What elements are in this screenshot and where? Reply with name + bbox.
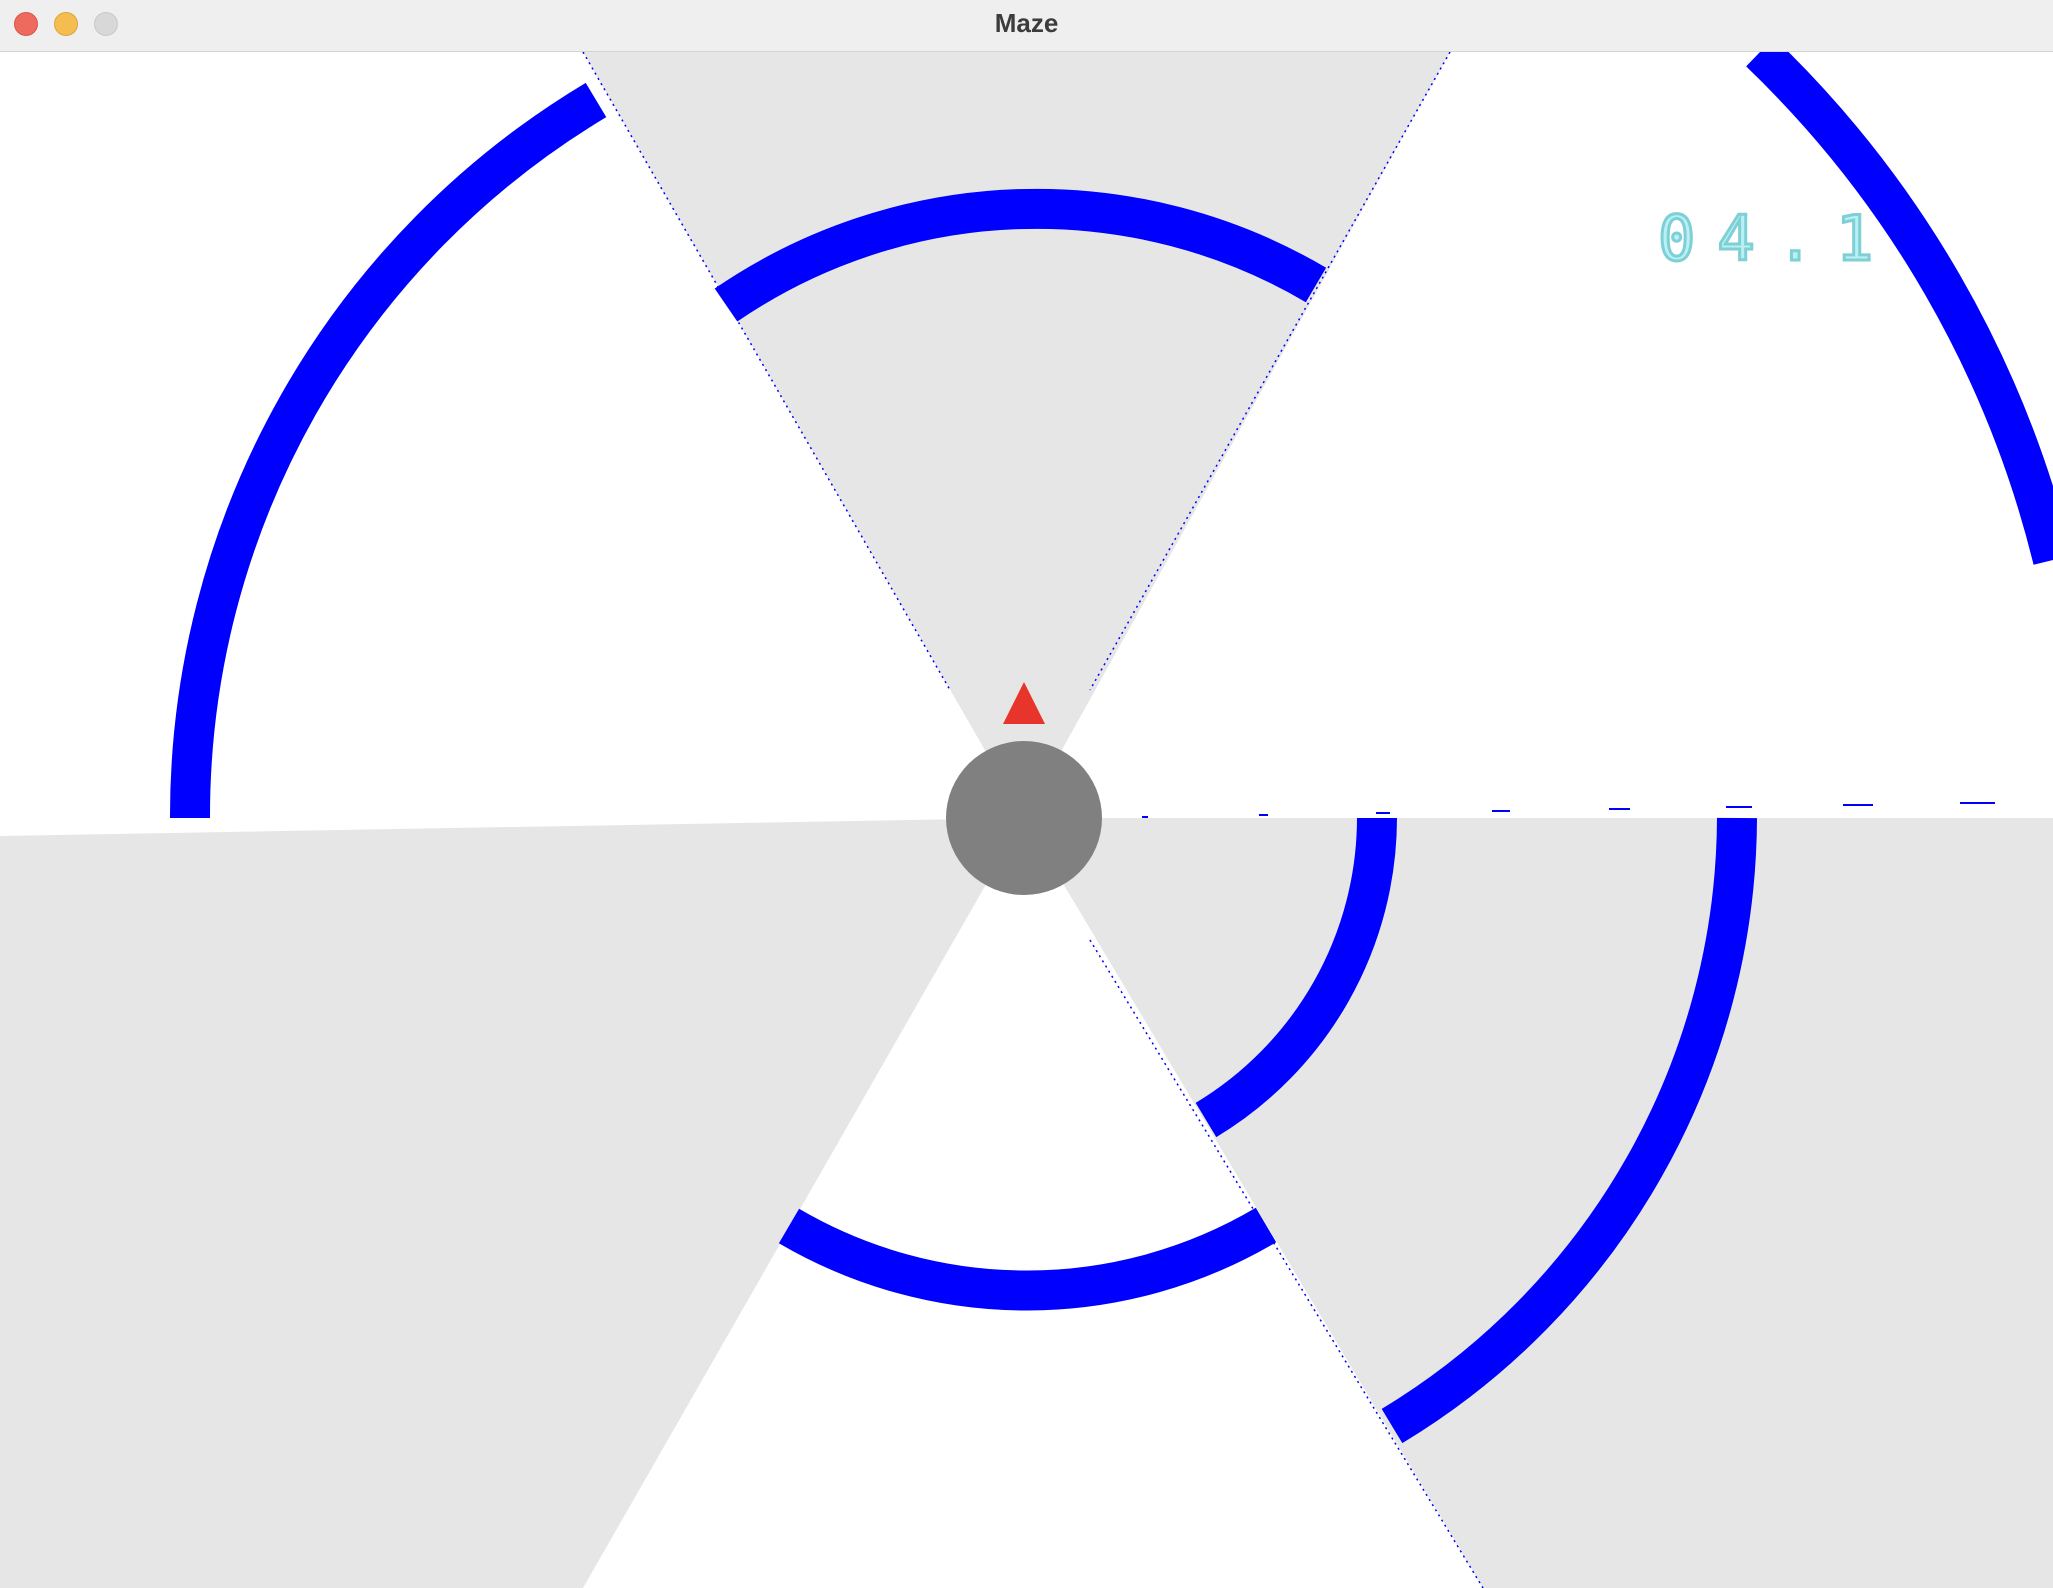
- title-bar[interactable]: Maze: [0, 0, 2053, 52]
- window-title: Maze: [994, 8, 1059, 38]
- center-hub-circle-icon: [946, 741, 1102, 895]
- maze-scene: [0, 52, 2053, 1588]
- maze-game-canvas[interactable]: 04.1: [0, 52, 2053, 1588]
- timer-display: 04.1: [1656, 201, 1896, 277]
- maze-window: Maze 04.1: [0, 0, 2053, 1588]
